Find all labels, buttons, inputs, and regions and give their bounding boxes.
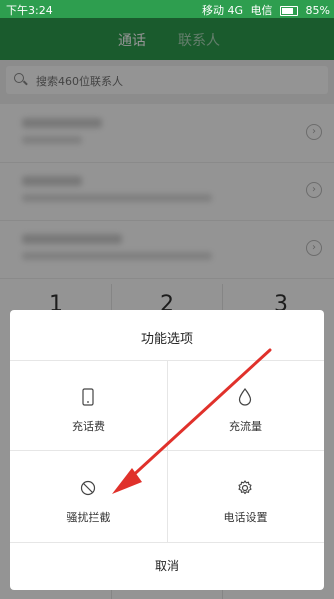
droplet-icon (238, 388, 252, 406)
battery-level: 85% (305, 4, 330, 17)
recharge-data-button[interactable]: 充流量 (167, 360, 324, 450)
carrier-2: 电信 (250, 4, 273, 17)
option-label: 骚扰拦截 (66, 511, 111, 524)
status-bar: 下午3:24 移动 4G 电信 85% (0, 0, 334, 18)
gear-icon (238, 480, 252, 495)
harassment-block-button[interactable]: 骚扰拦截 (10, 451, 167, 541)
option-label: 充流量 (229, 420, 262, 433)
block-icon (80, 480, 96, 496)
cancel-button[interactable]: 取消 (10, 543, 324, 590)
phone-icon (82, 388, 94, 406)
carrier-1: 移动 4G (202, 4, 244, 17)
option-label: 电话设置 (223, 511, 268, 524)
function-options-sheet: 功能选项 充话费 充流量 骚扰拦截 电话设置 取消 (10, 310, 324, 590)
recharge-credit-button[interactable]: 充话费 (10, 360, 167, 450)
phone-settings-button[interactable]: 电话设置 (167, 451, 324, 541)
status-time: 下午3:24 (6, 4, 53, 17)
status-right: 移动 4G 电信 85% (198, 2, 330, 18)
sheet-title: 功能选项 (140, 332, 193, 347)
option-label: 充话费 (72, 420, 105, 433)
battery-icon (280, 6, 299, 16)
watermark: Bai经验 (212, 570, 270, 589)
